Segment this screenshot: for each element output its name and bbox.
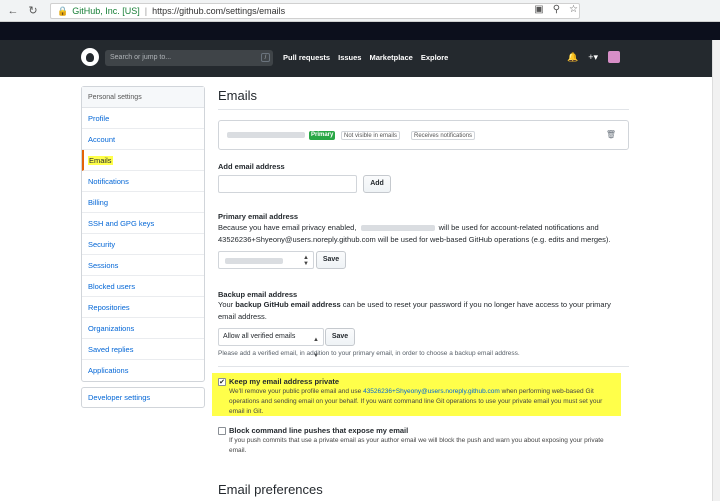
block-pushes-label: Block command line pushes that expose my…	[229, 426, 409, 435]
primary-text-3: 43526236+Shyeony@users.noreply.github.co…	[218, 235, 611, 244]
back-arrow-icon[interactable]: ←	[6, 4, 20, 18]
add-email-input[interactable]	[218, 175, 357, 193]
select-caret-icon: ▲ ▼	[303, 255, 309, 267]
url-text: https://github.com/settings/emails	[152, 6, 286, 16]
sidebar-item-notifications[interactable]: Notifications	[82, 171, 204, 192]
email-entry: Primary Not visible in emails Receives n…	[218, 120, 629, 150]
plus-dropdown-icon[interactable]: +▾	[588, 52, 598, 63]
search-placeholder: Search or jump to...	[110, 54, 172, 61]
private-text-2: operations and sending email on your beh…	[229, 398, 603, 405]
add-email-button[interactable]: Add	[363, 175, 391, 193]
private-text-1c: when performing web-based Git	[499, 388, 594, 395]
sidebar-item-emails[interactable]: Emails	[82, 150, 204, 171]
sidebar-item-security[interactable]: Security	[82, 234, 204, 255]
sidebar-item-label: Emails	[88, 156, 113, 165]
primary-email-select[interactable]: ▲ ▼	[218, 251, 314, 269]
sidebar-item-profile[interactable]: Profile	[82, 108, 204, 129]
sidebar-item-saved-replies[interactable]: Saved replies	[82, 339, 204, 360]
backup-email-description: Your backup GitHub email address can be …	[218, 299, 618, 323]
page-title: Emails	[218, 88, 258, 103]
visibility-badge: Not visible in emails	[341, 131, 401, 140]
scrollbar[interactable]	[712, 40, 720, 501]
sidebar-item-account[interactable]: Account	[82, 129, 204, 150]
block-text-2: email.	[229, 447, 247, 454]
primary-save-button[interactable]: Save	[316, 251, 346, 269]
primary-text-2: will be used for account-related notific…	[438, 223, 599, 232]
sidebar-item-repositories[interactable]: Repositories	[82, 297, 204, 318]
redacted-email	[225, 258, 283, 264]
github-logo-icon[interactable]	[81, 48, 99, 66]
lock-icon: 🔒	[57, 5, 69, 16]
private-email-checkbox[interactable]: ✔	[218, 378, 226, 386]
trash-icon[interactable]: 🗑	[606, 130, 616, 139]
redacted-email	[227, 132, 305, 138]
header-right-icons: 🔔 +▾	[567, 51, 620, 63]
sidebar-item-developer-settings[interactable]: Developer settings	[81, 387, 205, 408]
nav-pull-requests[interactable]: Pull requests	[283, 53, 330, 62]
settings-sidebar: Personal settings Profile Account Emails…	[81, 86, 205, 382]
nav-explore[interactable]: Explore	[421, 53, 449, 62]
primary-text-1: Because you have email privacy enabled,	[218, 223, 357, 232]
bell-icon[interactable]: 🔔	[567, 52, 578, 63]
address-separator: |	[144, 6, 148, 16]
backup-save-button[interactable]: Save	[325, 328, 355, 346]
sidebar-item-billing[interactable]: Billing	[82, 192, 204, 213]
backup-email-select[interactable]: Allow all verified emails ▲ ▼	[218, 328, 324, 359]
reload-icon[interactable]: ↻	[26, 4, 40, 18]
main-content: Emails	[218, 88, 628, 109]
notifications-badge: Receives notifications	[411, 131, 476, 140]
search-shortcut-key: /	[261, 53, 270, 62]
sidebar-item-applications[interactable]: Applications	[82, 360, 204, 381]
avatar[interactable]	[608, 51, 620, 63]
nav-issues[interactable]: Issues	[338, 53, 361, 62]
private-text-1a: We'll remove your public profile email a…	[229, 388, 364, 395]
backup-text-1b: backup GitHub email address	[235, 300, 341, 309]
block-text-1: If you push commits that use a private e…	[229, 437, 604, 444]
backup-text-1c: can be used to reset your password if yo…	[340, 300, 611, 309]
primary-email-description: Because you have email privacy enabled, …	[218, 222, 628, 246]
sidebar-item-organizations[interactable]: Organizations	[82, 318, 204, 339]
sidebar-item-blocked-users[interactable]: Blocked users	[82, 276, 204, 297]
backup-text-1a: Your	[218, 300, 236, 309]
backup-note: Please add a verified email, in addition…	[218, 350, 520, 357]
title-divider	[218, 109, 629, 110]
select-caret-icon: ▲ ▼	[313, 337, 319, 359]
sidebar-item-ssh-gpg-keys[interactable]: SSH and GPG keys	[82, 213, 204, 234]
search-input[interactable]: Search or jump to... /	[105, 50, 273, 66]
backup-email-label: Backup email address	[218, 290, 298, 299]
primary-email-label: Primary email address	[218, 212, 299, 221]
block-pushes-checkbox[interactable]	[218, 427, 226, 435]
sidebar-item-sessions[interactable]: Sessions	[82, 255, 204, 276]
address-bar[interactable]: 🔒 GitHub, Inc. [US] | https://github.com…	[50, 3, 580, 19]
header-nav: Pull requests Issues Marketplace Explore	[283, 53, 448, 62]
private-email-description: We'll remove your public profile email a…	[229, 387, 621, 417]
add-email-label: Add email address	[218, 162, 285, 171]
redacted-email	[360, 225, 435, 232]
private-text-3: email in Git.	[229, 408, 264, 415]
email-preferences-title: Email preferences	[218, 482, 323, 497]
translate-icon[interactable]: ▣	[534, 4, 543, 15]
site-identity: GitHub, Inc. [US]	[72, 6, 140, 16]
bookmark-star-icon[interactable]: ☆	[569, 4, 578, 15]
private-email-label: Keep my email address private	[229, 377, 340, 386]
block-pushes-description: If you push commits that use a private e…	[229, 436, 621, 456]
sidebar-heading: Personal settings	[82, 87, 204, 108]
nav-marketplace[interactable]: Marketplace	[369, 53, 412, 62]
section-divider	[218, 366, 629, 367]
noreply-email: 43526236+Shyeony@users.noreply.github.co…	[363, 388, 500, 395]
primary-badge: Primary	[309, 131, 336, 140]
backup-select-value: Allow all verified emails	[223, 333, 296, 340]
address-bar-icons: ▣ ⚲ ☆	[534, 4, 578, 15]
dark-backdrop	[0, 22, 720, 40]
backup-text-2: email address.	[218, 312, 267, 321]
zoom-icon[interactable]: ⚲	[553, 4, 560, 15]
